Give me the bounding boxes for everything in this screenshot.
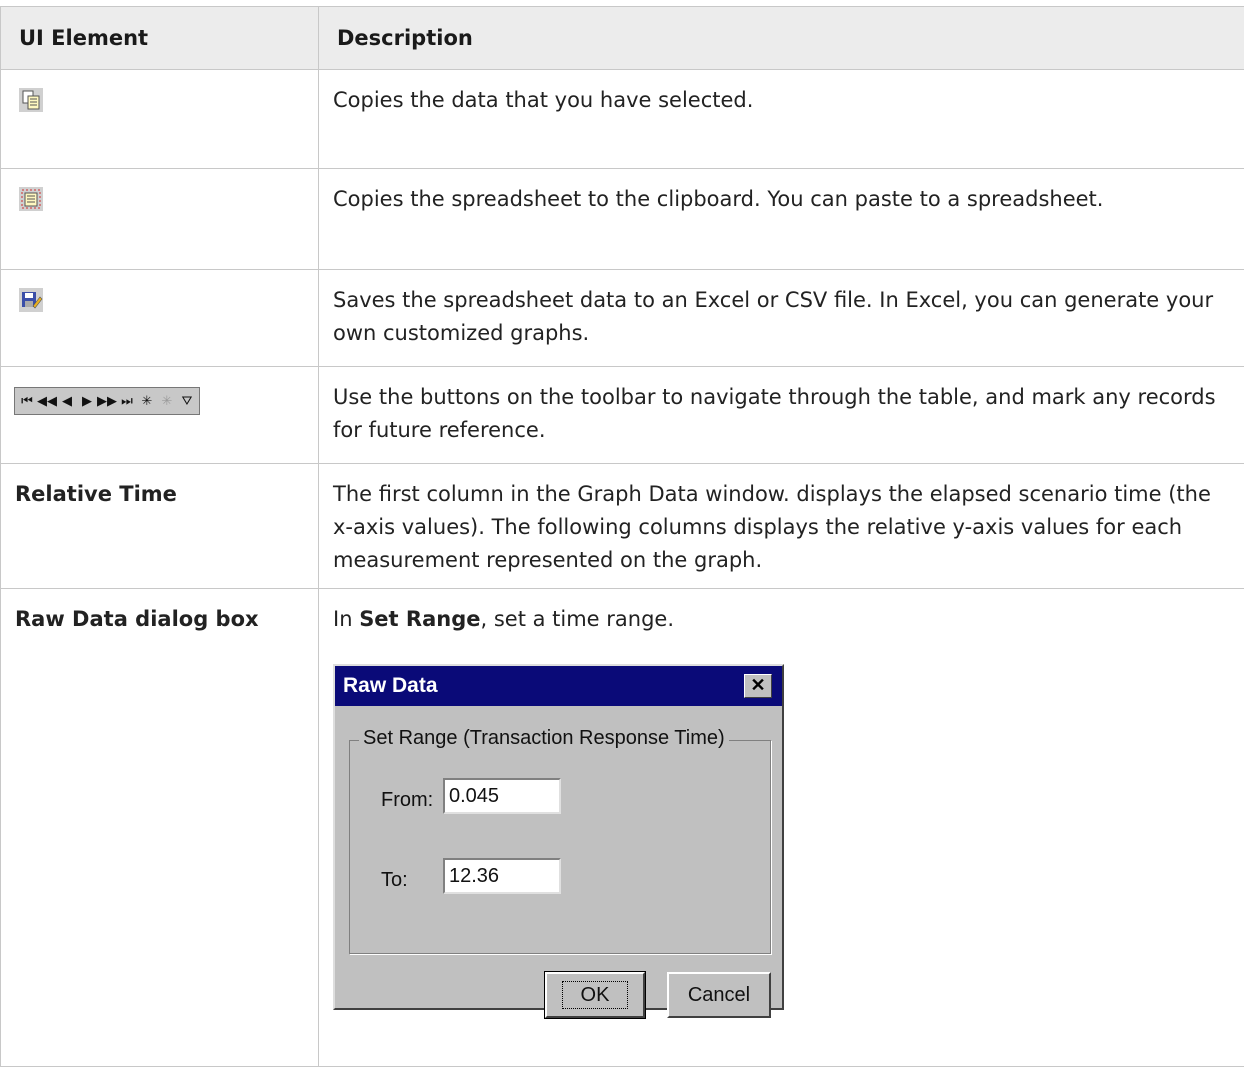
table-row: Relative Time The first column in the Gr… <box>1 464 1244 589</box>
table-row: Copies the spreadsheet to the clipboard.… <box>1 169 1244 270</box>
element-cell: Relative Time <box>1 464 319 589</box>
filter-icon[interactable]: ⛛ <box>177 390 197 412</box>
from-label: From: <box>381 789 433 812</box>
description-text: In <box>333 607 359 631</box>
element-cell <box>1 270 319 367</box>
copy-icon <box>19 88 43 112</box>
unmark-record-icon[interactable]: ✳ <box>157 390 177 412</box>
dialog-title-bar: Raw Data ✕ <box>335 666 782 706</box>
table-row: ⏮ ◀◀ ◀ ▶ ▶▶ ⏭ ✳ ✳ ⛛ Use the buttons on t… <box>1 367 1244 464</box>
next-record-icon[interactable]: ▶ <box>77 390 97 412</box>
table-row: Copies the data that you have selected. <box>1 70 1244 169</box>
description-cell: Copies the spreadsheet to the clipboard.… <box>319 169 1244 270</box>
close-icon[interactable]: ✕ <box>744 674 772 698</box>
copy-spreadsheet-icon <box>19 187 43 211</box>
header-description: Description <box>319 7 1244 70</box>
first-record-icon[interactable]: ⏮ <box>17 390 37 412</box>
save-icon <box>19 288 43 312</box>
element-cell <box>1 70 319 169</box>
last-record-icon[interactable]: ⏭ <box>117 390 137 412</box>
description-cell: Saves the spreadsheet data to an Excel o… <box>319 270 1244 367</box>
navigation-toolbar: ⏮ ◀◀ ◀ ▶ ▶▶ ⏭ ✳ ✳ ⛛ <box>14 387 200 415</box>
previous-record-icon[interactable]: ◀ <box>57 390 77 412</box>
to-field[interactable]: 12.36 <box>443 858 561 894</box>
ok-label: OK <box>562 981 629 1009</box>
set-range-group <box>349 740 771 954</box>
ok-button[interactable]: OK <box>545 972 645 1018</box>
to-label: To: <box>381 869 408 892</box>
element-cell: ⏮ ◀◀ ◀ ▶ ▶▶ ⏭ ✳ ✳ ⛛ <box>1 367 319 464</box>
description-cell: The first column in the Graph Data windo… <box>319 464 1244 589</box>
table-row: Saves the spreadsheet data to an Excel o… <box>1 270 1244 367</box>
raw-data-dialog: Raw Data ✕ Set Range (Transaction Respon… <box>333 664 784 1010</box>
set-range-term: Set Range <box>359 607 480 631</box>
next-page-icon[interactable]: ▶▶ <box>97 390 117 412</box>
element-cell <box>1 169 319 270</box>
group-label: Set Range (Transaction Response Time) <box>359 727 729 750</box>
element-cell: Raw Data dialog box <box>1 589 319 1067</box>
from-field[interactable]: 0.045 <box>443 778 561 814</box>
cancel-button[interactable]: Cancel <box>667 972 771 1018</box>
header-ui-element: UI Element <box>1 7 319 70</box>
mark-record-icon[interactable]: ✳ <box>137 390 157 412</box>
description-cell: Copies the data that you have selected. <box>319 70 1244 169</box>
dialog-title: Raw Data <box>343 674 438 697</box>
description-cell: Use the buttons on the toolbar to naviga… <box>319 367 1244 464</box>
previous-page-icon[interactable]: ◀◀ <box>37 390 57 412</box>
description-text: , set a time range. <box>480 607 674 631</box>
